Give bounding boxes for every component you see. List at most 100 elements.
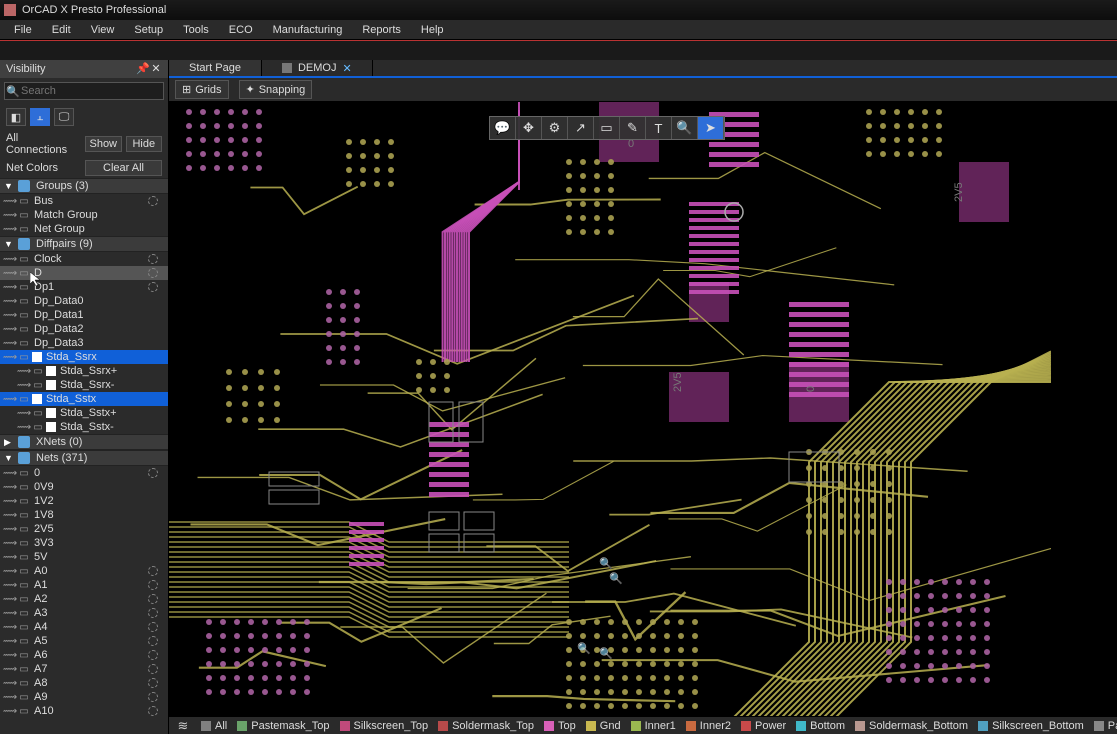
- menu-reports[interactable]: Reports: [352, 24, 411, 36]
- visibility-icon[interactable]: [148, 352, 158, 362]
- color-swatch[interactable]: [46, 408, 56, 418]
- pin-icon[interactable]: 📌: [136, 63, 148, 75]
- layer-stack-icon[interactable]: ≋: [175, 719, 191, 733]
- tree-item[interactable]: ⟿▭Stda_Sstx-: [0, 420, 168, 434]
- tree-item[interactable]: ⟿▭Stda_Sstx+: [0, 406, 168, 420]
- tree-item[interactable]: ⟿▭A5: [0, 634, 168, 648]
- menu-help[interactable]: Help: [411, 24, 454, 36]
- visibility-icon[interactable]: [148, 678, 158, 688]
- tree-item[interactable]: ⟿▭Stda_Sstx: [0, 392, 168, 406]
- visibility-icon[interactable]: [148, 394, 158, 404]
- tree-item[interactable]: ⟿▭A3: [0, 606, 168, 620]
- layer-power[interactable]: Power: [741, 720, 786, 732]
- tree-item[interactable]: ⟿▭A0: [0, 564, 168, 578]
- layer-bottom[interactable]: Bottom: [796, 720, 845, 732]
- tree-item[interactable]: ⟿▭A6: [0, 648, 168, 662]
- tree-item[interactable]: ⟿▭1V2: [0, 494, 168, 508]
- close-tab-icon[interactable]: ✕: [342, 62, 351, 75]
- visibility-icon[interactable]: [148, 496, 158, 506]
- visibility-icon[interactable]: [148, 310, 158, 320]
- tree-item[interactable]: ⟿▭Stda_Ssrx+: [0, 364, 168, 378]
- visibility-icon[interactable]: [148, 254, 158, 264]
- search-input[interactable]: [21, 85, 163, 97]
- section-header[interactable]: ▼Groups (3): [0, 178, 168, 194]
- net-tree[interactable]: ▼Groups (3)⟿▭Bus⟿▭Match Group⟿▭Net Group…: [0, 178, 168, 734]
- show-button[interactable]: Show: [85, 136, 122, 152]
- visibility-icon[interactable]: [148, 468, 158, 478]
- layer-pastemask_bottom[interactable]: Pastemask_Bottom: [1094, 720, 1117, 732]
- visibility-icon[interactable]: [148, 510, 158, 520]
- menu-eco[interactable]: ECO: [219, 24, 263, 36]
- close-icon[interactable]: ✕: [150, 63, 162, 75]
- color-swatch[interactable]: [32, 352, 42, 362]
- tree-item[interactable]: ⟿▭A7: [0, 662, 168, 676]
- visibility-icon[interactable]: [148, 408, 158, 418]
- visibility-icon[interactable]: [148, 296, 158, 306]
- section-header[interactable]: ▼Diffpairs (9): [0, 236, 168, 252]
- tree-item[interactable]: ⟿▭0: [0, 466, 168, 480]
- visibility-icon[interactable]: [148, 566, 158, 576]
- layers-view-button[interactable]: ◧: [6, 108, 26, 126]
- tab-demoj[interactable]: DEMOJ✕: [262, 60, 373, 76]
- tree-item[interactable]: ⟿▭Stda_Ssrx-: [0, 378, 168, 392]
- tool-button-8[interactable]: ➤: [698, 117, 724, 139]
- tree-item[interactable]: ⟿▭2V5: [0, 522, 168, 536]
- layer-top[interactable]: Top: [544, 720, 576, 732]
- layer-soldermask_bottom[interactable]: Soldermask_Bottom: [855, 720, 968, 732]
- visibility-icon[interactable]: [148, 650, 158, 660]
- visibility-icon[interactable]: [148, 380, 158, 390]
- section-header[interactable]: ▼Nets (371): [0, 450, 168, 466]
- tree-item[interactable]: ⟿▭0V9: [0, 480, 168, 494]
- tree-item[interactable]: ⟿▭Stda_Ssrx: [0, 350, 168, 364]
- pcb-canvas[interactable]: 🔍🔍🔍🔍02V52V50💬✥⚙↗▭✎T🔍➤: [169, 102, 1117, 716]
- layer-inner2[interactable]: Inner2: [686, 720, 731, 732]
- snapping-toggle[interactable]: ✦Snapping: [239, 80, 313, 99]
- tree-item[interactable]: ⟿▭Dp1: [0, 280, 168, 294]
- nets-view-button[interactable]: ⫠: [30, 108, 50, 126]
- tree-item[interactable]: ⟿▭A2: [0, 592, 168, 606]
- visibility-icon[interactable]: [148, 664, 158, 674]
- layer-gnd[interactable]: Gnd: [586, 720, 621, 732]
- visibility-icon[interactable]: [148, 282, 158, 292]
- visibility-icon[interactable]: [148, 196, 158, 206]
- tree-item[interactable]: ⟿▭Dp_Data3: [0, 336, 168, 350]
- visibility-icon[interactable]: [148, 324, 158, 334]
- tree-item[interactable]: ⟿▭A8: [0, 676, 168, 690]
- visibility-icon[interactable]: [148, 366, 158, 376]
- tool-button-3[interactable]: ↗: [568, 117, 594, 139]
- tree-item[interactable]: ⟿▭A9: [0, 690, 168, 704]
- display-view-button[interactable]: 🖵: [54, 108, 74, 126]
- visibility-icon[interactable]: [148, 706, 158, 716]
- clear-all-button[interactable]: Clear All: [85, 160, 162, 176]
- tree-item[interactable]: ⟿▭Net Group: [0, 222, 168, 236]
- layer-silkscreen_bottom[interactable]: Silkscreen_Bottom: [978, 720, 1084, 732]
- menu-manufacturing[interactable]: Manufacturing: [263, 24, 353, 36]
- tool-button-0[interactable]: 💬: [490, 117, 516, 139]
- color-swatch[interactable]: [32, 394, 42, 404]
- tree-item[interactable]: ⟿▭Bus: [0, 194, 168, 208]
- layer-pastemask_top[interactable]: Pastemask_Top: [237, 720, 329, 732]
- color-swatch[interactable]: [46, 380, 56, 390]
- tree-item[interactable]: ⟿▭A1: [0, 578, 168, 592]
- tool-button-7[interactable]: 🔍: [672, 117, 698, 139]
- tree-item[interactable]: ⟿▭Dp_Data0: [0, 294, 168, 308]
- visibility-icon[interactable]: [148, 338, 158, 348]
- visibility-icon[interactable]: [148, 608, 158, 618]
- visibility-icon[interactable]: [148, 594, 158, 604]
- tree-item[interactable]: ⟿▭1V8: [0, 508, 168, 522]
- menu-setup[interactable]: Setup: [124, 24, 173, 36]
- visibility-icon[interactable]: [148, 622, 158, 632]
- tree-item[interactable]: ⟿▭3V3: [0, 536, 168, 550]
- layer-soldermask_top[interactable]: Soldermask_Top: [438, 720, 534, 732]
- tool-button-1[interactable]: ✥: [516, 117, 542, 139]
- hide-button[interactable]: Hide: [126, 136, 163, 152]
- tree-item[interactable]: ⟿▭D: [0, 266, 168, 280]
- visibility-icon[interactable]: [148, 422, 158, 432]
- section-header[interactable]: ▶XNets (0): [0, 434, 168, 450]
- visibility-icon[interactable]: [148, 224, 158, 234]
- tab-start-page[interactable]: Start Page: [169, 60, 262, 76]
- tree-item[interactable]: ⟿▭5V: [0, 550, 168, 564]
- layer-all[interactable]: All: [201, 720, 227, 732]
- tree-item[interactable]: ⟿▭A10: [0, 704, 168, 718]
- tree-item[interactable]: ⟿▭A4: [0, 620, 168, 634]
